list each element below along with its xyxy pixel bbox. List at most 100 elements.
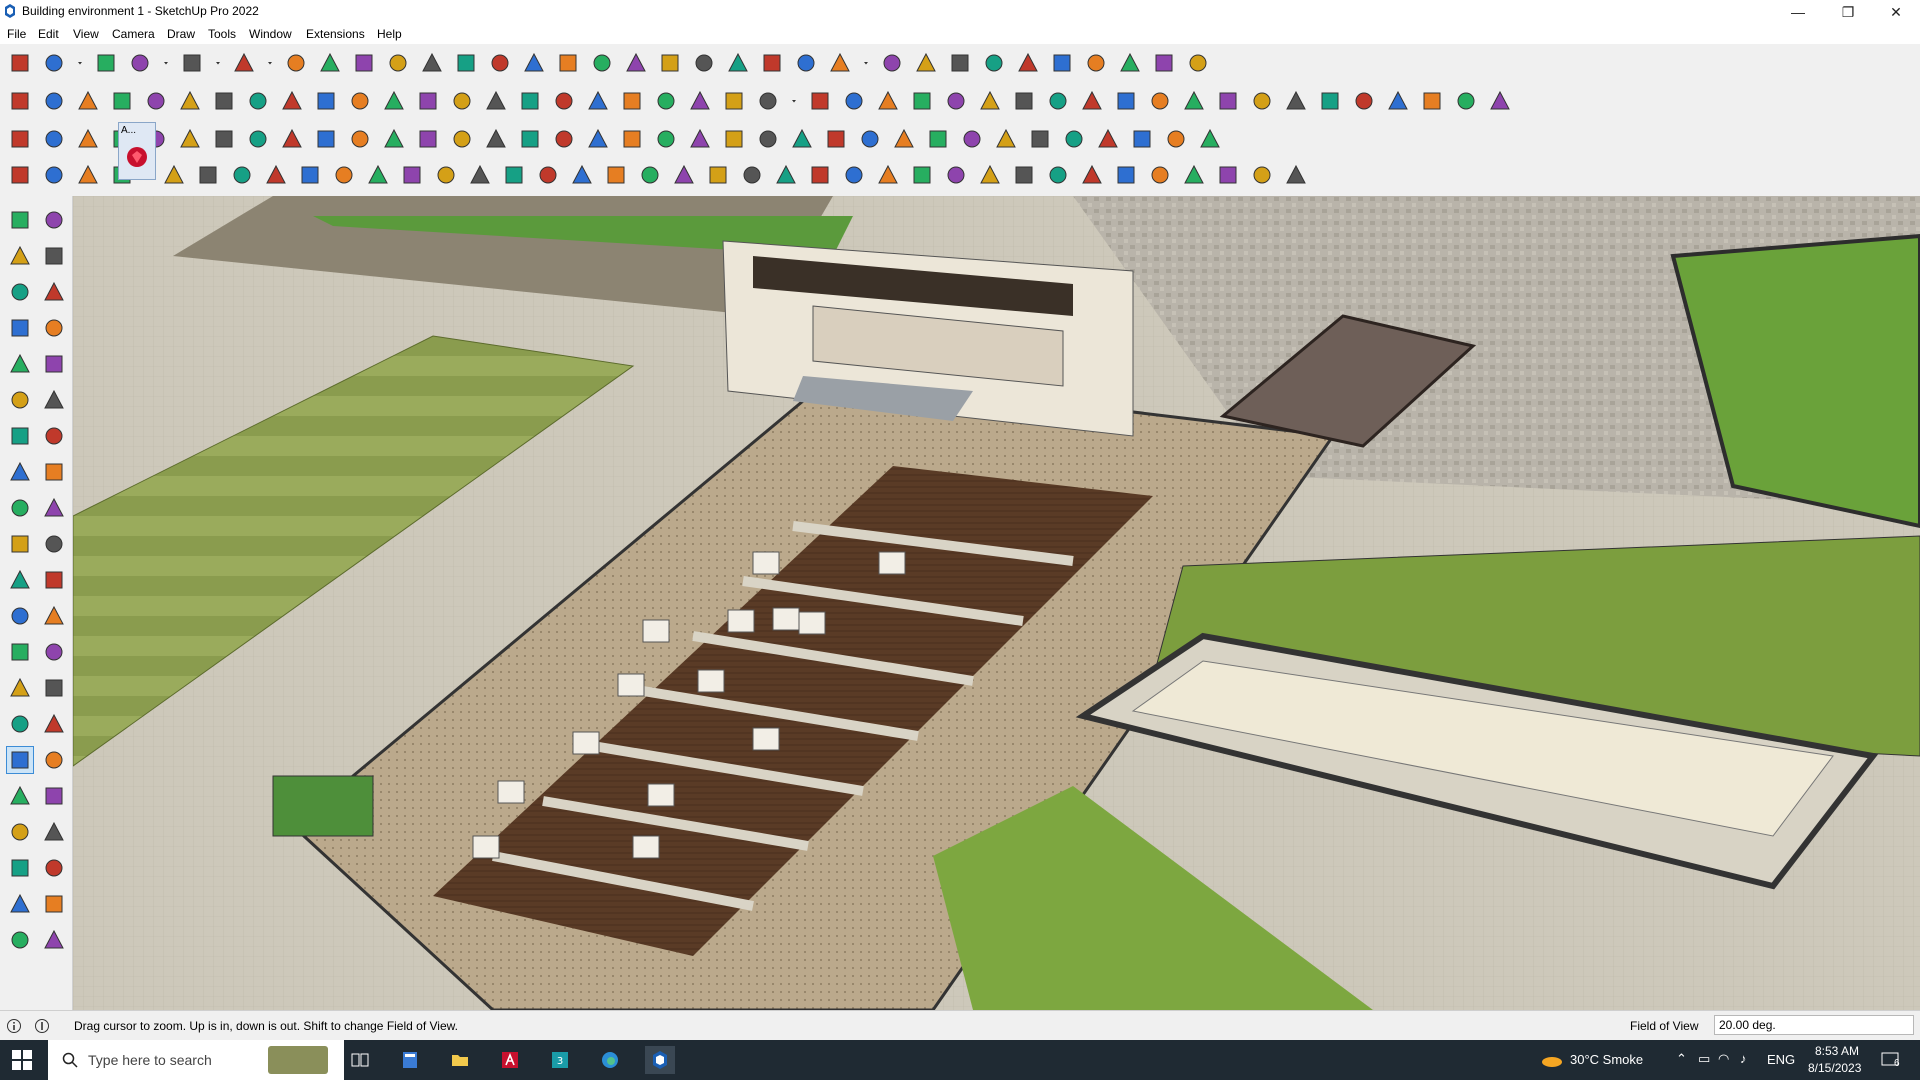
angle-icon[interactable] <box>364 160 392 190</box>
follow-me-icon[interactable] <box>40 530 68 558</box>
weld-icon[interactable] <box>74 160 102 190</box>
polygon-icon[interactable] <box>40 386 68 414</box>
top-view-icon[interactable] <box>724 48 752 78</box>
plugin-red-icon[interactable] <box>856 124 884 154</box>
red-box-icon[interactable] <box>244 124 272 154</box>
weather-text[interactable]: 30°C Smoke <box>1570 1052 1643 1067</box>
freehand-icon[interactable] <box>1044 86 1072 116</box>
comb3-icon[interactable] <box>1112 160 1140 190</box>
eraser-pink-icon[interactable] <box>1248 86 1276 116</box>
cone-icon[interactable] <box>550 124 578 154</box>
fe-plugin-icon[interactable] <box>754 86 782 116</box>
gear-dark-icon[interactable] <box>1146 160 1174 190</box>
menu-help[interactable]: Help <box>377 27 402 41</box>
hook-icon[interactable] <box>720 124 748 154</box>
eraser-icon[interactable] <box>92 48 120 78</box>
wall-icon[interactable] <box>976 160 1004 190</box>
line-tool-icon[interactable] <box>126 48 154 78</box>
rope-icon[interactable] <box>1112 86 1140 116</box>
plugin-box-icon[interactable] <box>890 124 918 154</box>
eraser-icon[interactable] <box>40 242 68 270</box>
terrain-icon[interactable] <box>1384 86 1412 116</box>
face-red-icon[interactable] <box>448 86 476 116</box>
zoom-icon[interactable] <box>622 48 650 78</box>
push-pull-icon[interactable] <box>40 494 68 522</box>
link-icon[interactable] <box>380 124 408 154</box>
face-blue2-icon[interactable] <box>40 124 68 154</box>
3dsmax-icon[interactable]: 3 <box>545 1046 575 1074</box>
section-icon[interactable] <box>792 48 820 78</box>
wheel-icon[interactable] <box>602 160 630 190</box>
arrow-down-icon[interactable] <box>142 86 170 116</box>
cloud-icon[interactable] <box>1418 86 1446 116</box>
brick-icon[interactable] <box>1282 86 1310 116</box>
rotated-rectangle-icon[interactable] <box>40 350 68 378</box>
scale-icon[interactable] <box>418 48 446 78</box>
circle-icon[interactable] <box>6 386 34 414</box>
hand-icon[interactable] <box>1184 48 1212 78</box>
arrow-x-icon[interactable] <box>210 86 238 116</box>
zoom-extents-icon[interactable] <box>6 782 34 810</box>
arrow-y-icon[interactable] <box>244 86 272 116</box>
lines3-icon[interactable] <box>840 160 868 190</box>
plus-green-icon[interactable] <box>482 124 510 154</box>
arrow-left-icon[interactable] <box>670 160 698 190</box>
section-cut-icon[interactable] <box>40 926 68 954</box>
text-icon[interactable] <box>40 638 68 666</box>
loop-icon[interactable] <box>1180 86 1208 116</box>
dropdown-icon[interactable] <box>788 86 800 116</box>
dropdown-icon[interactable] <box>860 48 872 78</box>
grid-red-icon[interactable] <box>278 124 306 154</box>
chevron-up-icon[interactable]: ⌃ <box>1676 1051 1687 1067</box>
pan-icon[interactable] <box>40 710 68 738</box>
position-camera-icon[interactable] <box>40 854 68 882</box>
wifi-icon[interactable]: ◠ <box>1718 1051 1729 1067</box>
curve-blue-icon[interactable] <box>1146 86 1174 116</box>
floating-toolbar-badge[interactable]: A... <box>118 122 156 180</box>
lines-icon[interactable] <box>772 160 800 190</box>
zoom-window-icon[interactable] <box>40 746 68 774</box>
arc-orange-icon[interactable] <box>432 160 460 190</box>
push-pull-icon[interactable] <box>282 48 310 78</box>
sandbox-icon[interactable] <box>1082 48 1110 78</box>
menu-tools[interactable]: Tools <box>208 27 236 41</box>
arrow-rotate-icon[interactable] <box>176 86 204 116</box>
pie-icon[interactable] <box>6 458 34 486</box>
gear-green-icon[interactable] <box>822 124 850 154</box>
select-icon[interactable] <box>6 206 34 234</box>
geo-location-icon[interactable] <box>946 48 974 78</box>
weather-icon[interactable] <box>1540 1052 1564 1068</box>
warehouse-icon[interactable] <box>652 86 680 116</box>
loop-orange-icon[interactable] <box>652 124 680 154</box>
cut-icon[interactable] <box>296 160 324 190</box>
arrow-n-icon[interactable] <box>278 86 306 116</box>
dropdown-icon[interactable] <box>74 48 86 78</box>
arrow-blue-icon[interactable] <box>754 124 782 154</box>
search-icon[interactable] <box>6 48 34 78</box>
face-blue-icon[interactable] <box>6 124 34 154</box>
import-icon[interactable] <box>980 48 1008 78</box>
tape-measure-icon[interactable] <box>452 48 480 78</box>
paint-bucket-icon[interactable] <box>6 242 34 270</box>
scale-red-icon[interactable] <box>1214 86 1242 116</box>
add-location-icon[interactable] <box>878 48 906 78</box>
protractor-icon[interactable] <box>6 638 34 666</box>
front-view-icon[interactable] <box>758 48 786 78</box>
geometry-green-icon[interactable] <box>516 86 544 116</box>
previous-view-icon[interactable] <box>40 782 68 810</box>
arc-icon[interactable] <box>6 422 34 450</box>
box-brown-icon[interactable] <box>346 124 374 154</box>
shape-tool-icon[interactable] <box>230 48 258 78</box>
grid-orange-icon[interactable] <box>1026 124 1054 154</box>
move-icon[interactable] <box>350 48 378 78</box>
stack-icon[interactable] <box>704 160 732 190</box>
material-icon[interactable] <box>40 86 68 116</box>
x-blue-icon[interactable] <box>516 124 544 154</box>
roof-icon[interactable] <box>1316 86 1344 116</box>
comb-icon[interactable] <box>534 160 562 190</box>
rotate-icon[interactable] <box>384 48 412 78</box>
scale-icon[interactable] <box>6 566 34 594</box>
orbit-tool-icon[interactable] <box>40 206 68 234</box>
tape-measure-icon[interactable] <box>6 602 34 630</box>
house-outline-icon[interactable] <box>618 86 646 116</box>
